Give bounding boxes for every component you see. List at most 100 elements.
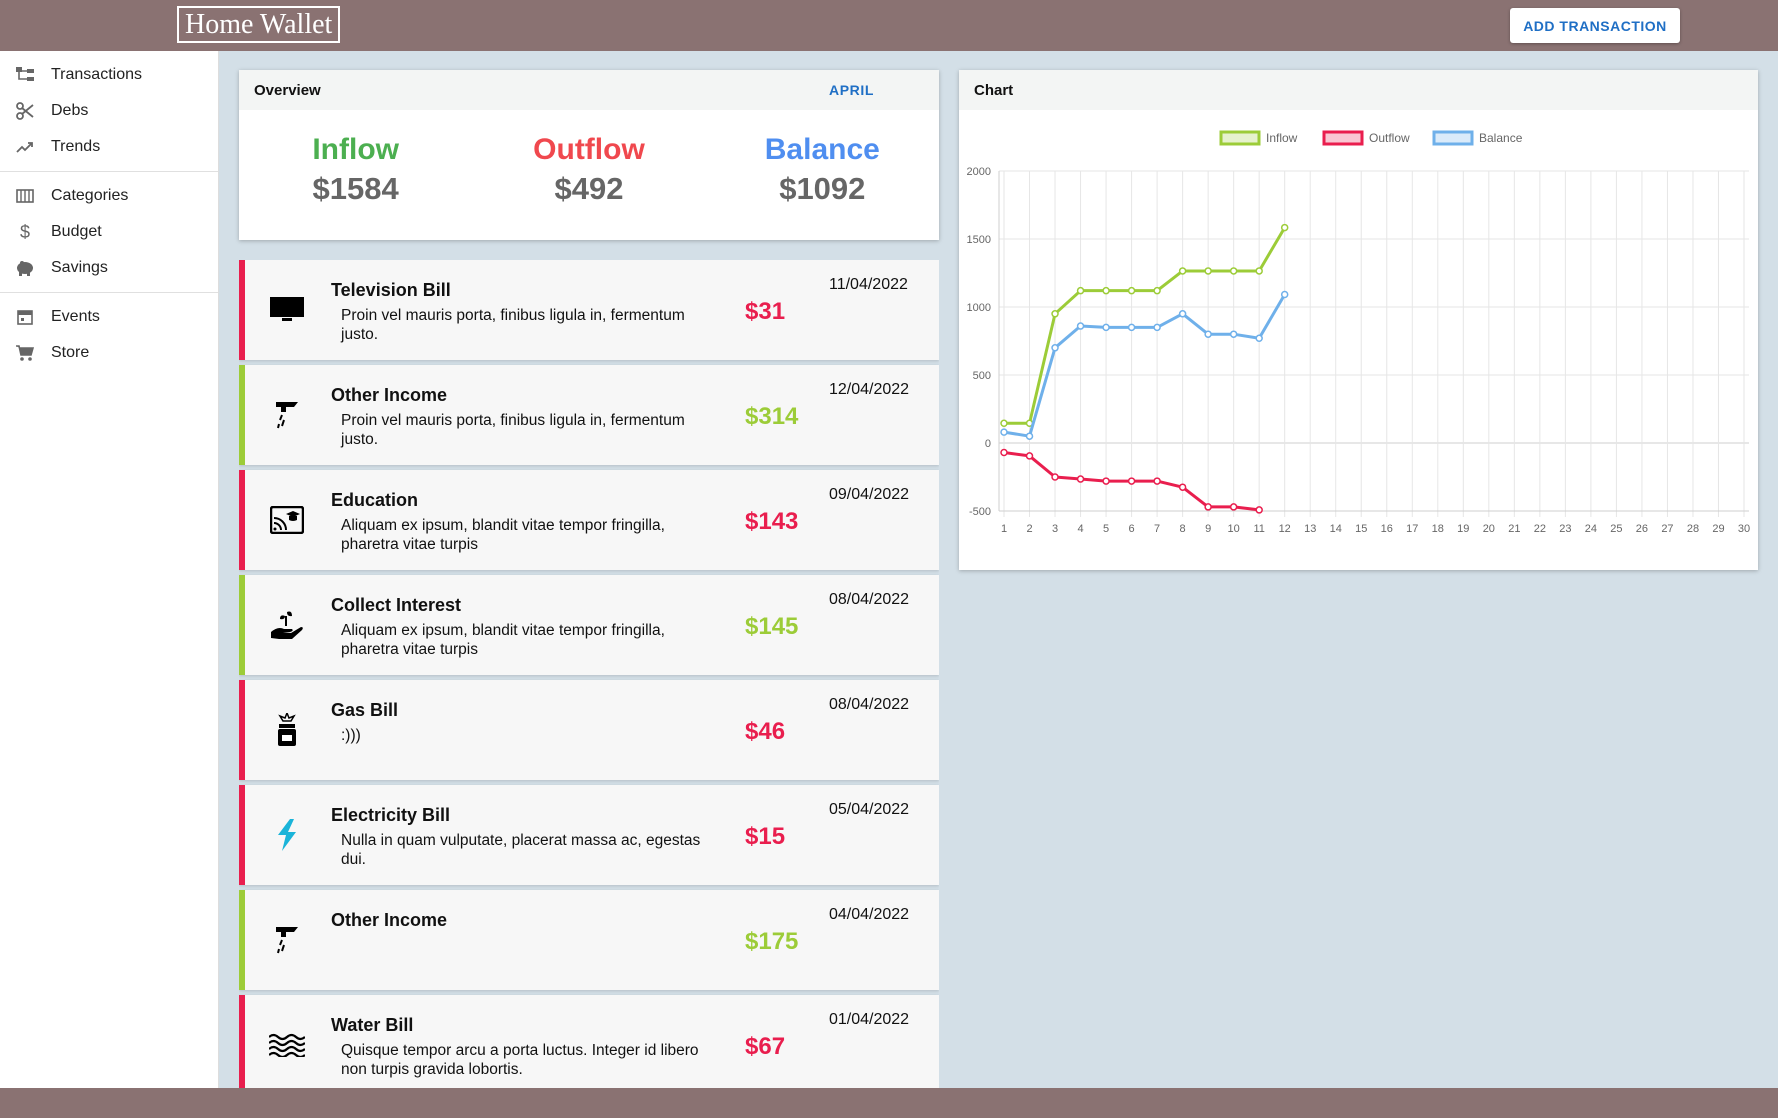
transaction-title: Collect Interest — [331, 595, 462, 615]
outflow-value: $492 — [554, 171, 624, 206]
overview-header: Overview APRIL — [239, 70, 939, 110]
data-point-outflow — [1102, 477, 1110, 485]
transaction-amount: $31 — [745, 298, 786, 325]
sidebar-item-label: Store — [51, 344, 90, 361]
x-tick-label: 10 — [1228, 523, 1240, 535]
x-tick-label: 24 — [1585, 523, 1597, 535]
overview-card: Overview APRIL Inflow $1584 Outflow $492… — [239, 70, 939, 240]
cast-education-icon — [267, 500, 307, 540]
x-tick-label: 20 — [1483, 523, 1495, 535]
data-point-balance — [1178, 310, 1187, 318]
x-tick-label: 22 — [1534, 523, 1546, 535]
x-tick-label: 6 — [1129, 523, 1135, 535]
data-point-balance — [1000, 428, 1008, 436]
sidebar-item-label: Savings — [51, 259, 108, 276]
sidebar-item-savings[interactable]: Savings — [0, 250, 218, 286]
data-point-inflow — [1127, 286, 1136, 295]
transaction-item[interactable]: Other Income $175 04/04/2022 — [239, 890, 939, 990]
transaction-title: Television Bill — [331, 280, 451, 300]
x-tick-label: 21 — [1508, 523, 1520, 535]
x-tick-label: 11 — [1253, 523, 1264, 535]
legend-swatch — [1322, 130, 1364, 146]
legend-swatch — [1219, 130, 1261, 146]
hand-sprout-icon — [267, 605, 307, 645]
transaction-item[interactable]: Gas Bill :))) $46 08/04/2022 — [239, 680, 939, 780]
y-tick-label: 1000 — [967, 302, 991, 314]
transaction-item[interactable]: Collect Interest Aliquam ex ipsum, bland… — [239, 575, 939, 675]
legend-swatch — [1432, 130, 1474, 146]
x-tick-label: 25 — [1610, 523, 1622, 535]
chart-card: Chart 2000 1500 1000 500 0 -500 1 2 3 4 5 6 7 8 9 10 11 1… — [959, 70, 1758, 570]
x-tick-label: 29 — [1712, 523, 1724, 535]
sidebar-item-debs[interactable]: Debs — [0, 93, 218, 129]
columns-icon — [14, 185, 36, 207]
x-tick-label: 18 — [1432, 523, 1444, 535]
x-tick-label: 3 — [1052, 523, 1058, 535]
data-point-inflow — [1255, 267, 1263, 275]
series-line-inflow — [1004, 226, 1286, 425]
transaction-amount: $67 — [745, 1033, 786, 1060]
transaction-date: 11/04/2022 — [829, 276, 908, 293]
data-point-balance — [1127, 323, 1136, 332]
gas-cylinder-icon — [267, 710, 307, 750]
transaction-date: 01/04/2022 — [829, 1011, 910, 1028]
data-point-outflow — [1153, 477, 1161, 485]
transaction-description: Aliquam ex ipsum, blandit vitae tempor f… — [341, 622, 665, 658]
faucet-icon — [267, 395, 307, 435]
data-point-outflow — [1051, 473, 1059, 481]
balance-value: $1092 — [779, 171, 866, 206]
sidebar-item-transactions[interactable]: Transactions — [0, 57, 218, 93]
transaction-title: Other Income — [331, 910, 448, 930]
nav-group-extra: Events Store — [0, 293, 218, 377]
x-tick-label: 26 — [1636, 523, 1648, 535]
transaction-title: Electricity Bill — [331, 805, 451, 825]
month-selector-button[interactable]: APRIL — [829, 70, 874, 110]
sidebar-item-categories[interactable]: Categories — [0, 178, 218, 214]
data-point-balance — [1229, 330, 1238, 338]
transaction-item[interactable]: Electricity Bill Nulla in quam vulputate… — [239, 785, 939, 885]
transaction-date: 12/04/2022 — [829, 381, 910, 398]
scissors-icon — [14, 100, 36, 122]
transaction-item[interactable]: Education Aliquam ex ipsum, blandit vita… — [239, 470, 939, 570]
x-tick-label: 7 — [1154, 523, 1160, 535]
transaction-title: Education — [331, 490, 419, 510]
x-tick-label: 16 — [1381, 523, 1393, 535]
overview-stats: Inflow $1584 Outflow $492 Balance $1092 — [239, 110, 939, 210]
nav-group-main: Transactions Debs Trends — [0, 51, 218, 172]
data-point-balance — [1051, 344, 1059, 352]
x-tick-label: 8 — [1180, 523, 1186, 535]
sidebar-item-label: Transactions — [51, 66, 142, 83]
transaction-item[interactable]: Other Income Proin vel mauris porta, fin… — [239, 365, 939, 465]
sidebar-item-label: Budget — [51, 223, 102, 240]
data-point-inflow — [1076, 286, 1085, 295]
sidebar-item-budget[interactable]: $ Budget — [0, 214, 218, 250]
y-tick-label: 1500 — [967, 234, 991, 246]
trending-up-icon — [14, 136, 36, 158]
chart-header: Chart — [959, 70, 1758, 110]
inflow-stat: Inflow $1584 — [256, 132, 456, 210]
transaction-date: 08/04/2022 — [829, 591, 910, 608]
sidebar-item-store[interactable]: Store — [0, 335, 218, 371]
lightning-icon — [267, 815, 307, 855]
data-point-inflow — [1178, 267, 1187, 275]
data-point-outflow — [1229, 503, 1238, 511]
piggy-bank-icon — [14, 257, 36, 279]
line-chart: 2000150010005000-5001 2 3 4 5 6 7 8 9 10 11 12 13 14 1… — [967, 130, 1750, 535]
outflow-stat: Outflow $492 — [489, 132, 689, 210]
sidebar-item-events[interactable]: Events — [0, 299, 218, 335]
data-point-balance — [1102, 323, 1110, 332]
waves-icon — [267, 1025, 307, 1065]
transaction-description: Nulla in quam vulputate, placerat massa … — [341, 832, 701, 868]
data-point-outflow — [1255, 506, 1263, 514]
app-title[interactable]: Home Wallet — [177, 6, 341, 43]
transaction-item[interactable]: Water Bill Quisque tempor arcu a porta l… — [239, 995, 939, 1088]
sidebar-item-trends[interactable]: Trends — [0, 129, 218, 165]
data-point-inflow — [1204, 267, 1212, 275]
add-transaction-button[interactable]: ADD TRANSACTION — [1510, 8, 1680, 43]
transaction-date: 05/04/2022 — [829, 801, 910, 818]
x-tick-label: 23 — [1559, 523, 1571, 535]
transaction-item[interactable]: Television Bill Proin vel mauris porta, … — [239, 260, 939, 360]
transaction-amount: $145 — [745, 613, 799, 640]
y-tick-label: 0 — [985, 438, 991, 450]
transaction-list: Television Bill Proin vel mauris porta, … — [239, 260, 939, 1088]
